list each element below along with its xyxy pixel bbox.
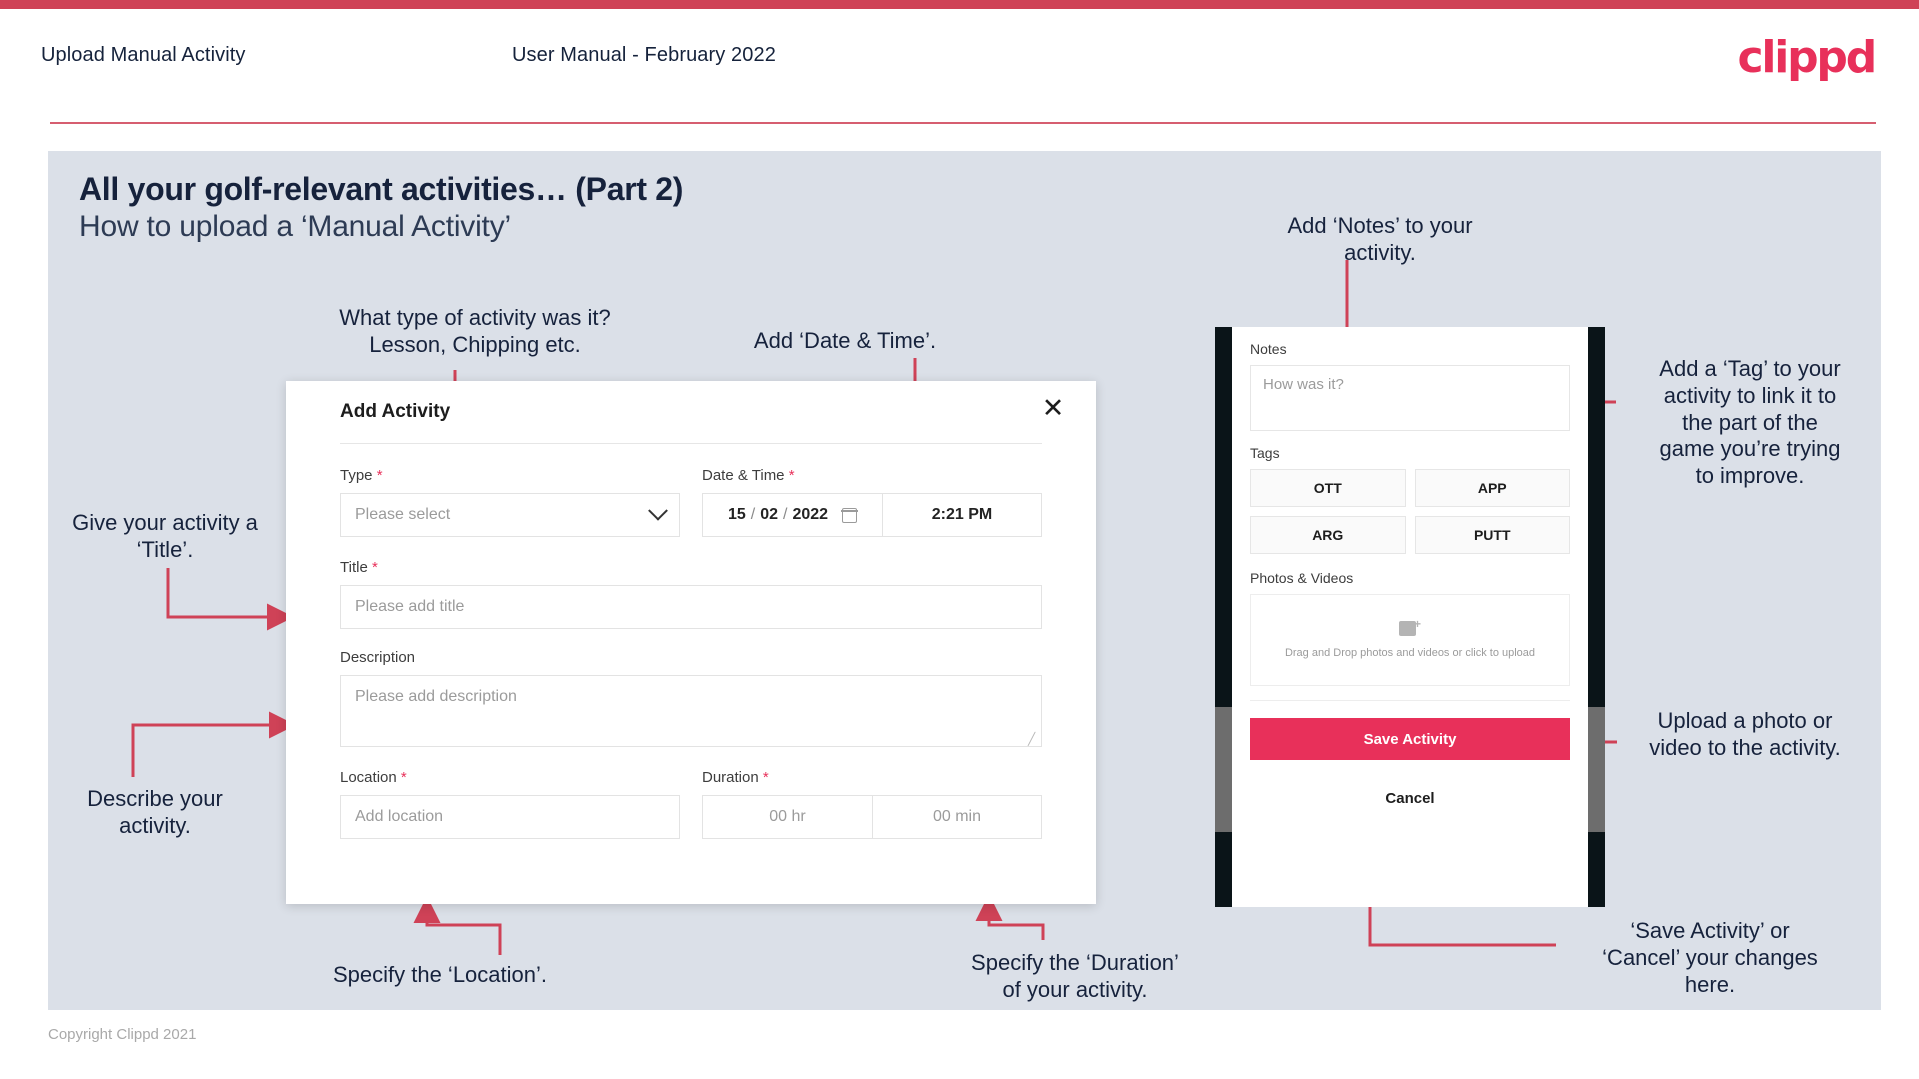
annotation-upload: Upload a photo or video to the activity. xyxy=(1649,708,1841,760)
add-activity-modal: Add Activity ✕ Type * Please select Date… xyxy=(286,381,1096,904)
notes-label: Notes xyxy=(1250,341,1287,357)
title-label: Title * xyxy=(340,559,1042,576)
datetime-group: 15 / 02 / 2022 2:21 PM xyxy=(702,493,1042,537)
duration-hours-input[interactable]: 00 hr xyxy=(702,795,872,839)
description-placeholder: Please add description xyxy=(355,688,517,705)
save-activity-button[interactable]: Save Activity xyxy=(1250,718,1570,760)
slide-page: Upload Manual Activity User Manual - Feb… xyxy=(0,0,1919,1079)
time-value: 2:21 PM xyxy=(931,506,993,523)
field-datetime: Date & Time * 15 / 02 / 2022 2:21 PM xyxy=(702,467,1042,537)
annotation-duration: Specify the ‘Duration’ of your activity. xyxy=(971,950,1179,1002)
date-month: 02 xyxy=(760,506,778,523)
field-description: Description Please add description ╱ xyxy=(340,649,1042,747)
tags-label: Tags xyxy=(1250,445,1280,461)
annotation-save: ‘Save Activity’ or ‘Cancel’ your changes… xyxy=(1602,918,1818,997)
required-asterisk: * xyxy=(784,467,795,484)
duration-minutes-input[interactable]: 00 min xyxy=(872,795,1042,839)
required-asterisk: * xyxy=(372,467,383,484)
date-slash: / xyxy=(750,506,756,523)
phone-right-bezel xyxy=(1588,327,1605,907)
cancel-button[interactable]: Cancel xyxy=(1250,778,1570,818)
annotation-location: Specify the ‘Location’. xyxy=(332,962,548,987)
calendar-icon[interactable] xyxy=(841,507,858,523)
title-placeholder: Please add title xyxy=(355,598,465,615)
location-label: Location * xyxy=(340,769,680,786)
slide-title: All your golf-relevant activities… (Part… xyxy=(79,171,684,207)
annotation-type: What type of activity was it? Lesson, Ch… xyxy=(339,305,611,357)
duration-label-text: Duration xyxy=(702,769,759,786)
description-label-text: Description xyxy=(340,649,416,666)
description-label: Description xyxy=(340,649,1042,666)
type-label: Type * xyxy=(340,467,680,484)
title-input[interactable]: Please add title xyxy=(340,585,1042,629)
time-input[interactable]: 2:21 PM xyxy=(882,493,1042,537)
add-image-icon: + xyxy=(1399,616,1421,638)
header-divider xyxy=(50,122,1876,124)
phone-screen: Notes How was it? Tags OTT APP ARG PUTT … xyxy=(1232,327,1588,907)
photo-dropzone[interactable]: + Drag and Drop photos and videos or cli… xyxy=(1250,594,1570,686)
title-label-text: Title xyxy=(340,559,368,576)
tag-arg[interactable]: ARG xyxy=(1250,516,1406,554)
field-type: Type * Please select xyxy=(340,467,680,537)
phone-bezel-accent xyxy=(1588,707,1605,832)
tag-app[interactable]: APP xyxy=(1414,469,1570,507)
tag-putt[interactable]: PUTT xyxy=(1414,516,1570,554)
required-asterisk: * xyxy=(758,769,769,786)
phone-mockup: Notes How was it? Tags OTT APP ARG PUTT … xyxy=(1215,327,1605,907)
field-title: Title * Please add title xyxy=(340,559,1042,629)
photos-label: Photos & Videos xyxy=(1250,570,1354,586)
chevron-down-icon xyxy=(648,500,668,521)
tag-ott[interactable]: OTT xyxy=(1250,469,1406,507)
field-location: Location * Add location xyxy=(340,769,680,839)
phone-left-bezel xyxy=(1215,327,1232,907)
annotation-description: Describe your activity. xyxy=(87,786,223,838)
phone-divider xyxy=(1250,700,1570,701)
location-label-text: Location xyxy=(340,769,397,786)
datetime-label: Date & Time * xyxy=(702,467,1042,484)
location-placeholder: Add location xyxy=(355,808,444,825)
location-input[interactable]: Add location xyxy=(340,795,680,839)
notes-textarea[interactable]: How was it? xyxy=(1250,365,1570,431)
required-asterisk: * xyxy=(367,559,378,576)
annotation-datetime: Add ‘Date & Time’. xyxy=(753,328,937,353)
slide-subtitle: How to upload a ‘Manual Activity’ xyxy=(79,210,511,243)
duration-group: 00 hr 00 min xyxy=(702,795,1042,839)
resize-handle-icon[interactable]: ╱ xyxy=(1028,733,1038,745)
footer-copyright: Copyright Clippd 2021 xyxy=(48,1026,197,1043)
datetime-label-text: Date & Time xyxy=(702,467,785,484)
date-day: 15 xyxy=(727,506,746,523)
clippd-logo: clippd xyxy=(1737,32,1877,83)
date-input[interactable]: 15 / 02 / 2022 xyxy=(702,493,882,537)
modal-header-divider xyxy=(340,443,1042,444)
date-slash: / xyxy=(783,506,788,523)
close-icon[interactable]: ✕ xyxy=(1036,391,1070,425)
field-duration: Duration * 00 hr 00 min xyxy=(702,769,1042,839)
description-textarea[interactable]: Please add description ╱ xyxy=(340,675,1042,747)
duration-label: Duration * xyxy=(702,769,1042,786)
modal-title: Add Activity xyxy=(340,401,451,422)
required-asterisk: * xyxy=(396,769,407,786)
dropzone-text: Drag and Drop photos and videos or click… xyxy=(1284,646,1536,659)
plus-shape: + xyxy=(1413,616,1421,631)
row-location-duration: Location * Add location Duration * 00 hr… xyxy=(340,769,1042,839)
phone-bezel-accent xyxy=(1215,707,1232,832)
modal-body: Type * Please select Date & Time * 15 / … xyxy=(340,467,1042,839)
annotation-title: Give your activity a ‘Title’. xyxy=(72,510,258,562)
type-select[interactable]: Please select xyxy=(340,493,680,537)
date-year: 2022 xyxy=(792,506,829,523)
annotation-notes: Add ‘Notes’ to your activity. xyxy=(1287,213,1473,265)
notes-placeholder: How was it? xyxy=(1263,376,1344,393)
modal-header: Add Activity ✕ xyxy=(286,381,1096,443)
type-placeholder: Please select xyxy=(355,506,451,523)
phone-content: Notes How was it? Tags OTT APP ARG PUTT … xyxy=(1232,327,1588,818)
top-accent-stripe xyxy=(0,0,1919,9)
type-label-text: Type xyxy=(340,467,373,484)
header-subtitle: User Manual - February 2022 xyxy=(512,44,776,66)
tags-grid: OTT APP ARG PUTT xyxy=(1250,469,1570,554)
row-type-datetime: Type * Please select Date & Time * 15 / … xyxy=(340,467,1042,537)
page-title: Upload Manual Activity xyxy=(41,44,246,66)
annotation-tags: Add a ‘Tag’ to your activity to link it … xyxy=(1659,356,1841,489)
